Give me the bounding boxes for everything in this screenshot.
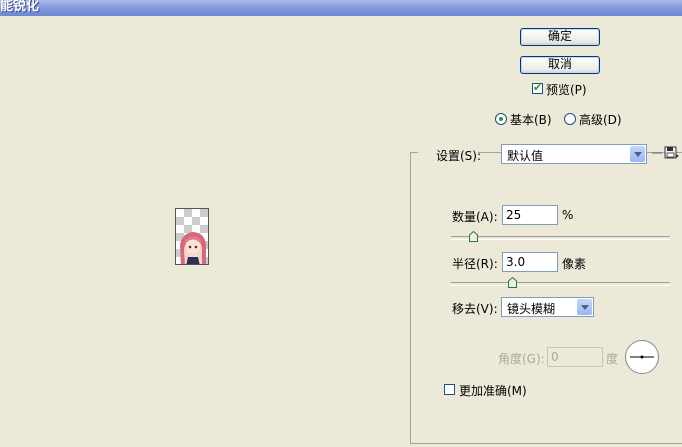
angle-label: 角度(G): bbox=[498, 352, 545, 366]
amount-slider-track[interactable] bbox=[451, 236, 670, 240]
radius-label: 半径(R): bbox=[452, 257, 498, 271]
advanced-mode-radio[interactable] bbox=[564, 113, 576, 125]
chevron-down-icon bbox=[630, 146, 645, 162]
preview-checkbox[interactable]: ✔ bbox=[532, 81, 543, 94]
amount-unit: % bbox=[562, 208, 574, 222]
more-accurate-checkbox[interactable] bbox=[444, 384, 455, 395]
window-title: 能锐化 bbox=[0, 0, 40, 14]
radio-selected-dot-icon bbox=[499, 117, 503, 121]
angle-unit: 度 bbox=[606, 352, 619, 366]
cancel-button[interactable]: 取消 bbox=[520, 56, 600, 74]
angle-dial-indicator-icon bbox=[630, 355, 654, 359]
title-bar: 能锐化 bbox=[0, 0, 682, 16]
checkmark-icon: ✔ bbox=[533, 81, 543, 94]
remove-select[interactable]: 镜头模糊 bbox=[501, 297, 594, 317]
ok-button[interactable]: 确定 bbox=[520, 28, 600, 46]
radius-input[interactable]: 3.0 bbox=[502, 252, 558, 272]
remove-select-value: 镜头模糊 bbox=[507, 302, 556, 316]
anime-girl-thumbnail bbox=[180, 232, 206, 264]
angle-dial[interactable] bbox=[625, 340, 659, 374]
amount-input[interactable]: 25 bbox=[502, 205, 558, 225]
settings-select-value: 默认值 bbox=[507, 149, 544, 163]
chevron-down-icon bbox=[577, 299, 592, 315]
amount-label: 数量(A): bbox=[452, 210, 498, 224]
basic-mode-label: 基本(B) bbox=[510, 113, 552, 127]
more-accurate-label: 更加准确(M) bbox=[459, 384, 527, 398]
angle-input[interactable]: 0 bbox=[547, 347, 603, 367]
radius-slider-thumb[interactable] bbox=[508, 276, 517, 288]
remove-label: 移去(V): bbox=[452, 302, 498, 316]
preview-label: 预览(P) bbox=[546, 83, 587, 97]
amount-slider-thumb[interactable] bbox=[469, 230, 478, 242]
radius-slider-track[interactable] bbox=[451, 282, 670, 286]
advanced-mode-label: 高级(D) bbox=[579, 113, 622, 127]
basic-mode-radio[interactable] bbox=[495, 113, 507, 125]
save-settings-icon[interactable] bbox=[652, 145, 680, 164]
settings-label: 设置(S): bbox=[436, 149, 482, 163]
settings-select[interactable]: 默认值 bbox=[501, 144, 647, 164]
preview-image[interactable] bbox=[175, 208, 209, 265]
radius-unit: 像素 bbox=[562, 257, 587, 271]
